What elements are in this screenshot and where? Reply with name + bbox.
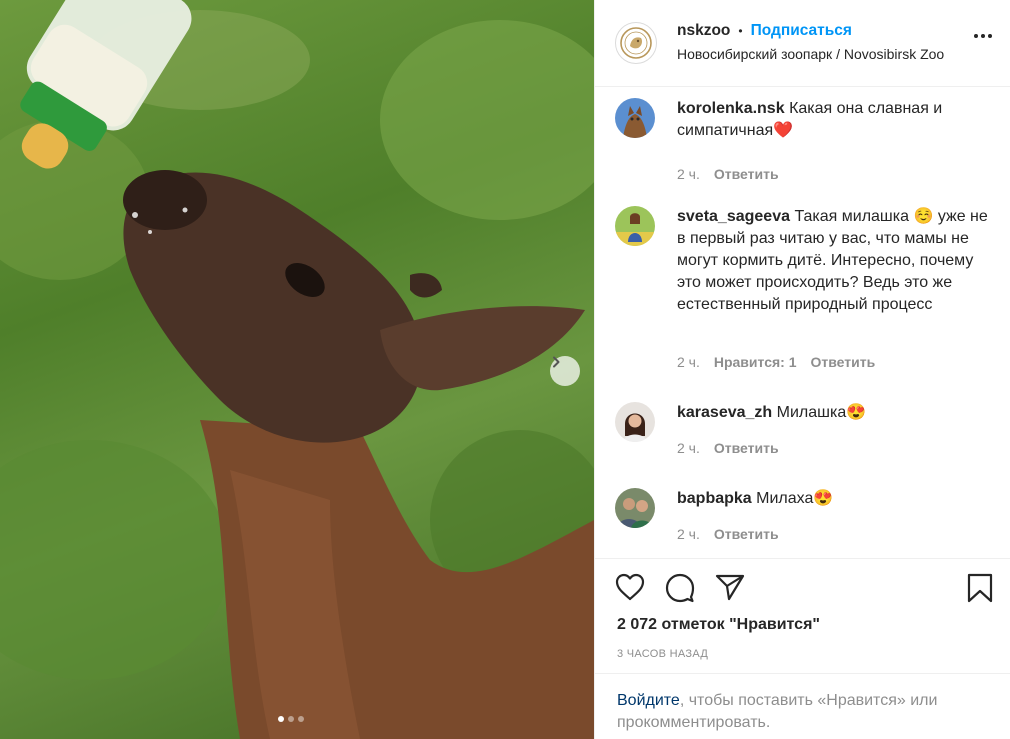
login-link[interactable]: Войдите <box>617 692 680 709</box>
comment-meta: 2 ч. Нравится: 1 Ответить <box>677 354 875 370</box>
post-actions: 2 072 отметок "Нравится" 3 ЧАСОВ НАЗАД В… <box>595 558 1010 739</box>
author-avatar[interactable] <box>615 22 657 64</box>
comment-text: karaseva_zh Милашка😍 <box>677 402 991 424</box>
reply-button[interactable]: Ответить <box>714 166 779 182</box>
carousel-dot <box>298 716 304 722</box>
separator-dot: • <box>738 24 743 38</box>
carousel-dot <box>288 716 294 722</box>
reply-button[interactable]: Ответить <box>714 440 779 456</box>
post-time[interactable]: 3 ЧАСОВ НАЗАД <box>617 648 708 660</box>
comment-button[interactable] <box>665 573 695 608</box>
comment-icon <box>665 573 695 603</box>
comment-time: 2 ч. <box>677 354 700 370</box>
comment-time: 2 ч. <box>677 440 700 456</box>
zoo-logo-icon <box>620 27 652 59</box>
comment-likes[interactable]: Нравится: 1 <box>714 354 797 370</box>
commenter-avatar[interactable] <box>615 206 655 246</box>
carousel-indicator <box>278 716 304 722</box>
heart-icon <box>615 573 645 601</box>
commenter-avatar[interactable] <box>615 488 655 528</box>
author-username[interactable]: nskzoo <box>677 22 730 40</box>
likes-count[interactable]: 2 072 отметок "Нравится" <box>617 616 820 634</box>
more-options-icon[interactable] <box>974 34 992 38</box>
comment-time: 2 ч. <box>677 526 700 542</box>
commenter-avatar[interactable] <box>615 402 655 442</box>
post-details-panel: nskzoo • Подписаться Новосибирский зоопа… <box>594 0 1010 739</box>
comment-meta: 2 ч. Ответить <box>677 166 779 182</box>
share-icon <box>715 574 745 601</box>
comment-content: Милашка😍 <box>776 404 867 421</box>
comment-text: sveta_sageeva Такая милашка ☺️ уже не в … <box>677 206 991 316</box>
post-header: nskzoo • Подписаться Новосибирский зоопа… <box>595 0 1010 87</box>
follow-button[interactable]: Подписаться <box>751 22 852 40</box>
comment-meta: 2 ч. Ответить <box>677 440 779 456</box>
commenter-avatar[interactable] <box>615 98 655 138</box>
post-location[interactable]: Новосибирский зоопарк / Novosibirsk Zoo <box>677 46 944 62</box>
chevron-right-icon <box>553 356 560 368</box>
reply-button[interactable]: Ответить <box>714 526 779 542</box>
carousel-next-button[interactable] <box>550 356 580 386</box>
save-button[interactable] <box>967 573 993 608</box>
share-button[interactable] <box>715 573 745 606</box>
comment-content: Милаха😍 <box>756 490 834 507</box>
comment-text: korolenka.nsk Какая она славная и симпат… <box>677 98 991 142</box>
comment-text: bapbapka Милаха😍 <box>677 488 991 510</box>
comment-username[interactable]: bapbapka <box>677 490 752 507</box>
carousel-dot-active <box>278 716 284 722</box>
reply-button[interactable]: Ответить <box>811 354 876 370</box>
comment-username[interactable]: korolenka.nsk <box>677 100 785 117</box>
like-button[interactable] <box>615 573 645 606</box>
comment-meta: 2 ч. Ответить <box>677 526 779 542</box>
comment-username[interactable]: sveta_sageeva <box>677 208 790 225</box>
alpaca-photo-image <box>0 0 594 739</box>
comment-username[interactable]: karaseva_zh <box>677 404 772 421</box>
comments-list[interactable]: korolenka.nsk Какая она славная и симпат… <box>595 88 1010 558</box>
bookmark-icon <box>967 573 993 603</box>
comment-time: 2 ч. <box>677 166 700 182</box>
login-prompt: Войдите, чтобы поставить «Нравится» или … <box>595 673 1010 739</box>
post-photo[interactable] <box>0 0 594 739</box>
